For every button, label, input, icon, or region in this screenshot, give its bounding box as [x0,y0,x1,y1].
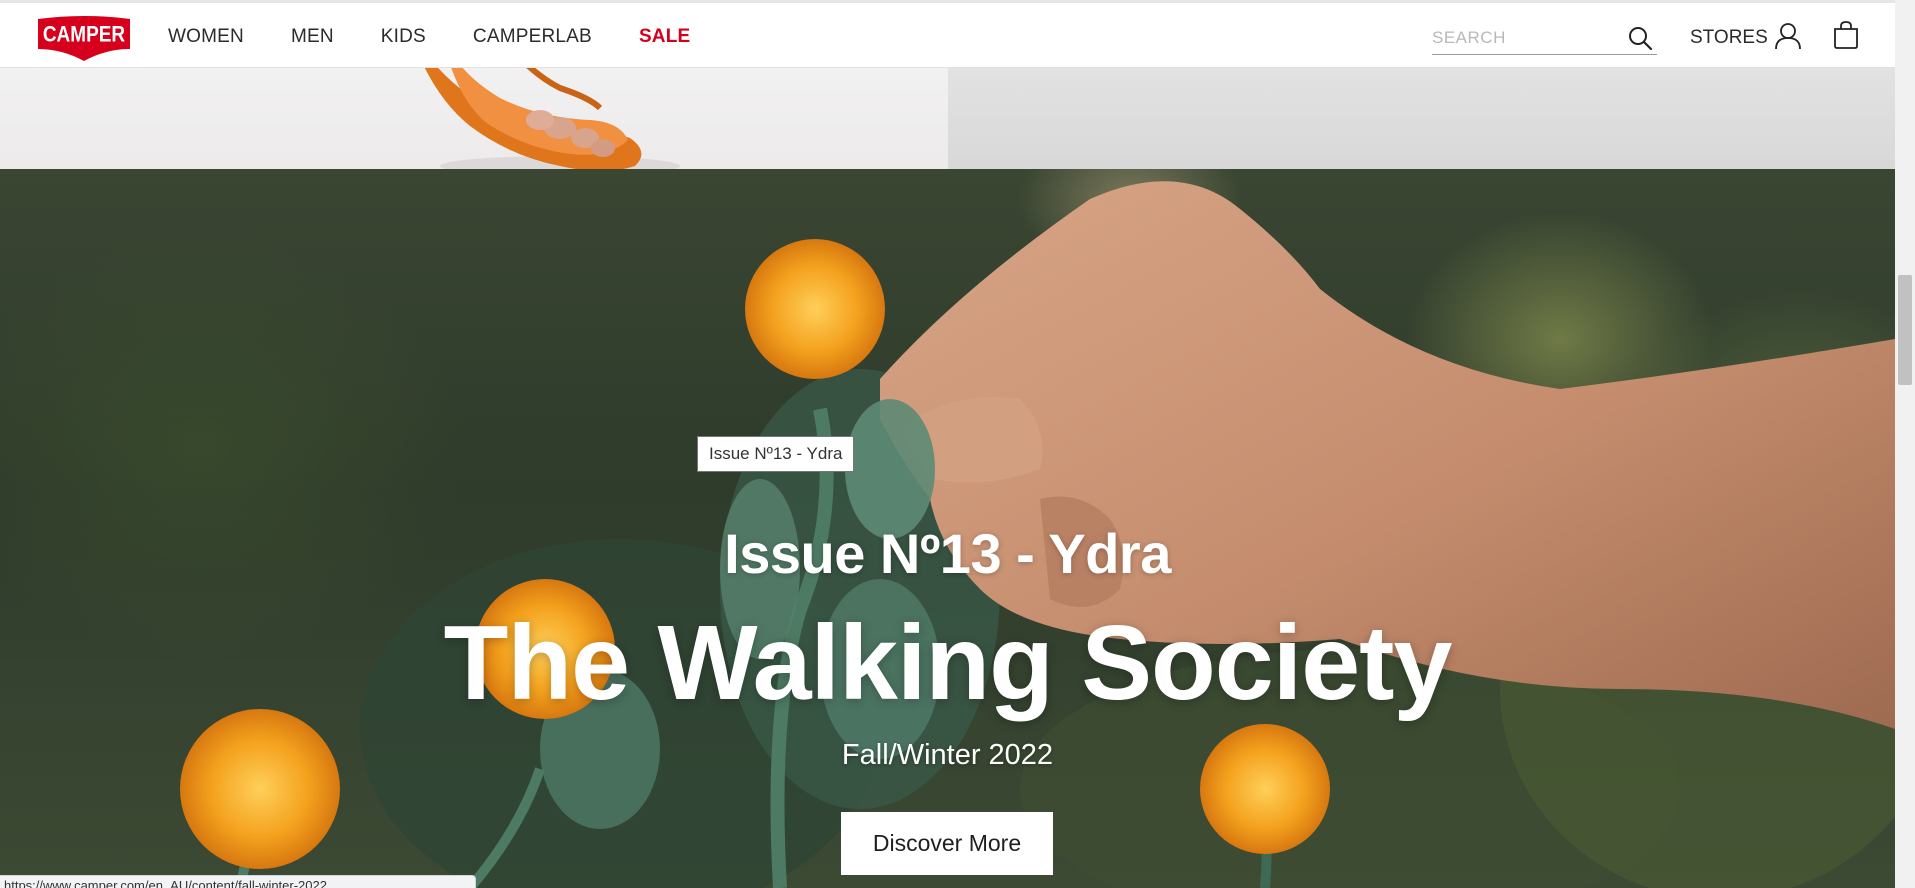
hero-season-label: Fall/Winter 2022 [841,739,1054,771]
camper-logo[interactable]: CAMPER [36,15,132,62]
site-header: CAMPER WOMEN MEN KIDS CAMPERLAB SALE STO… [0,0,1895,68]
hero-main-title: The Walking Society [443,604,1453,722]
discover-more-button[interactable]: Discover More [841,812,1053,875]
hero-content: Issue Nº13 - Ydra The Walking Society Fa… [0,169,1895,888]
nav-item-camperlab[interactable]: CAMPERLAB [473,26,592,48]
shopping-bag-icon[interactable] [1831,20,1861,50]
browser-status-url: https://www.camper.com/en_AU/content/fal… [0,875,476,888]
search-icon[interactable] [1627,25,1653,51]
hero-tooltip: Issue Nº13 - Ydra [697,436,855,472]
search-input[interactable] [1432,25,1622,51]
main-nav: WOMEN MEN KIDS CAMPERLAB SALE [168,3,737,71]
stores-link[interactable]: STORES [1690,27,1768,49]
logo-text: CAMPER [43,22,126,47]
hero-issue-title: Issue Nº13 - Ydra [724,522,1171,585]
product-image-sandal[interactable] [0,68,948,169]
search-box [1432,21,1657,55]
sandal-image [424,68,680,169]
nav-item-kids[interactable]: KIDS [381,26,426,48]
nav-item-men[interactable]: MEN [291,26,334,48]
page-scrollbar[interactable] [1895,0,1915,888]
nav-item-sale[interactable]: SALE [639,26,690,48]
scrollbar-thumb[interactable] [1898,275,1912,385]
nav-item-women[interactable]: WOMEN [168,26,244,48]
product-image-placeholder[interactable] [948,68,1895,169]
user-icon[interactable] [1773,21,1803,51]
